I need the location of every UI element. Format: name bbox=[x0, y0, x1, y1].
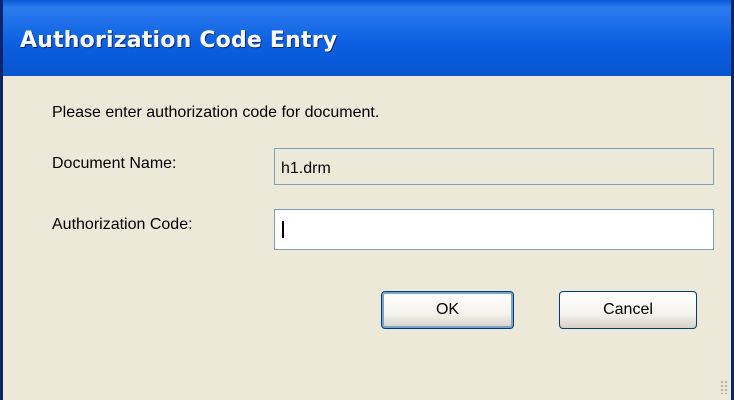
title-bar[interactable]: Authorization Code Entry bbox=[3, 0, 731, 76]
resize-grip-icon[interactable] bbox=[720, 380, 728, 394]
dialog-body: Please enter authorization code for docu… bbox=[3, 76, 731, 400]
window-title: Authorization Code Entry bbox=[20, 28, 338, 53]
document-name-label: Document Name: bbox=[52, 155, 177, 172]
document-name-field: h1.drm bbox=[274, 148, 714, 185]
cancel-button[interactable]: Cancel bbox=[559, 291, 697, 329]
authorization-code-label: Authorization Code: bbox=[52, 216, 193, 233]
instruction-text: Please enter authorization code for docu… bbox=[52, 104, 380, 121]
authorization-code-input[interactable] bbox=[274, 209, 714, 250]
dialog-window: Authorization Code Entry Please enter au… bbox=[0, 0, 734, 400]
ok-button[interactable]: OK bbox=[381, 291, 514, 329]
